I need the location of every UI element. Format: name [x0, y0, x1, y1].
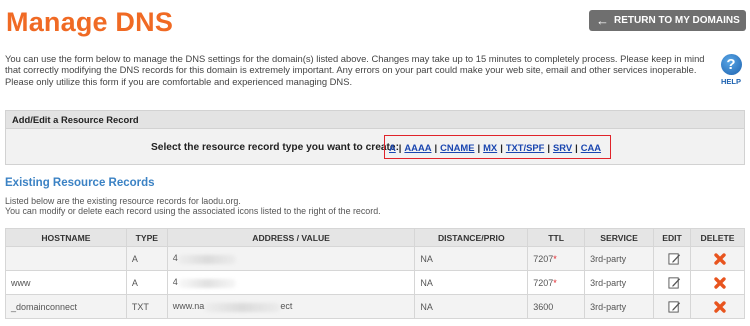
ttl-value: 7207 [533, 253, 554, 264]
col-service: SERVICE [584, 228, 655, 247]
ttl-value: 7207 [533, 277, 554, 288]
record-type-links: A | AAAA | CNAME | MX | TXT/SPF | SRV | CAA [384, 135, 611, 159]
record-type-caa-link[interactable]: CAA [581, 142, 601, 153]
cell-hostname: _domainconnect [5, 294, 127, 319]
col-type: TYPE [125, 228, 168, 247]
cell-distance: NA [414, 270, 529, 295]
address-suffix: ect [280, 301, 293, 312]
cell-hostname: www [5, 270, 127, 295]
col-hostname: HOSTNAME [5, 228, 127, 247]
cell-service: 3rd-party [584, 270, 655, 295]
cell-type: A [125, 246, 168, 271]
delete-cell [690, 270, 745, 295]
col-address: ADDRESS / VALUE [166, 228, 416, 247]
cell-ttl: 3600 [527, 294, 586, 319]
help-icon: ? [720, 54, 742, 75]
records-table: HOSTNAME TYPE ADDRESS / VALUE DISTANCE/P… [5, 228, 745, 319]
help-link[interactable]: ? HELP [717, 54, 745, 86]
delete-cell [690, 246, 745, 271]
col-distance: DISTANCE/PRIO [414, 228, 529, 247]
existing-records-title: Existing Resource Records [5, 177, 155, 189]
existing-records-desc-line1: Listed below are the existing resource r… [5, 196, 241, 206]
existing-records-desc-line2: You can modify or delete each record usi… [5, 206, 381, 217]
cell-address: 4 [166, 246, 416, 271]
record-type-cname-link[interactable]: CNAME [440, 142, 474, 153]
edit-icon[interactable] [668, 252, 681, 265]
delete-cell [690, 294, 745, 319]
delete-icon[interactable] [713, 276, 727, 290]
return-button-label: RETURN TO MY DOMAINS [614, 15, 740, 26]
table-row: _domainconnect TXT www.na ect NA 3600 3rd… [5, 294, 745, 319]
ttl-value: 3600 [533, 301, 554, 312]
table-header-row: HOSTNAME TYPE ADDRESS / VALUE DISTANCE/P… [5, 228, 745, 247]
edit-cell [653, 294, 691, 319]
record-type-srv-link[interactable]: SRV [553, 142, 572, 153]
intro-text: You can use the form below to manage the… [5, 53, 705, 87]
edit-cell [653, 246, 691, 271]
ttl-mark: * [553, 253, 557, 264]
arrow-left-icon: ← [596, 13, 609, 28]
delete-icon[interactable] [713, 300, 727, 314]
ttl-mark: * [553, 277, 557, 288]
edit-icon[interactable] [668, 300, 681, 313]
address-blur [177, 254, 236, 264]
cell-type: TXT [125, 294, 168, 319]
cell-address: 4 [166, 270, 416, 295]
record-type-a-link[interactable]: A [389, 142, 396, 153]
col-ttl: TTL [527, 228, 586, 247]
cell-hostname [5, 246, 127, 271]
record-type-mx-link[interactable]: MX [483, 142, 497, 153]
col-edit: EDIT [653, 228, 691, 247]
return-to-domains-button[interactable]: ← RETURN TO MY DOMAINS [589, 10, 746, 31]
col-delete: DELETE [690, 228, 745, 247]
table-row: A 4 NA 7207* 3rd-party [5, 246, 745, 271]
edit-cell [653, 270, 691, 295]
help-label: HELP [720, 77, 741, 86]
record-type-prompt: Select the resource record type you want… [151, 142, 399, 153]
existing-records-desc: Listed below are the existing resource r… [5, 196, 381, 217]
delete-icon[interactable] [713, 252, 727, 266]
address-prefix: www.na [172, 301, 205, 312]
page-title: Manage DNS [6, 7, 174, 37]
record-type-aaaa-link[interactable]: AAAA [404, 142, 431, 153]
address-blur [204, 302, 281, 312]
cell-ttl: 7207* [527, 246, 586, 271]
cell-distance: NA [414, 246, 529, 271]
cell-type: A [125, 270, 168, 295]
table-row: www A 4 NA 7207* 3rd-party [5, 270, 745, 295]
add-edit-record-panel: Add/Edit a Resource Record Select the re… [5, 110, 745, 165]
cell-distance: NA [414, 294, 529, 319]
record-type-txt-spf-link[interactable]: TXT/SPF [506, 142, 545, 153]
address-blur [177, 278, 236, 288]
edit-icon[interactable] [668, 276, 681, 289]
cell-service: 3rd-party [584, 294, 655, 319]
cell-ttl: 7207* [527, 270, 586, 295]
cell-service: 3rd-party [584, 246, 655, 271]
panel-title: Add/Edit a Resource Record [6, 111, 744, 129]
cell-address: www.na ect [166, 294, 416, 319]
